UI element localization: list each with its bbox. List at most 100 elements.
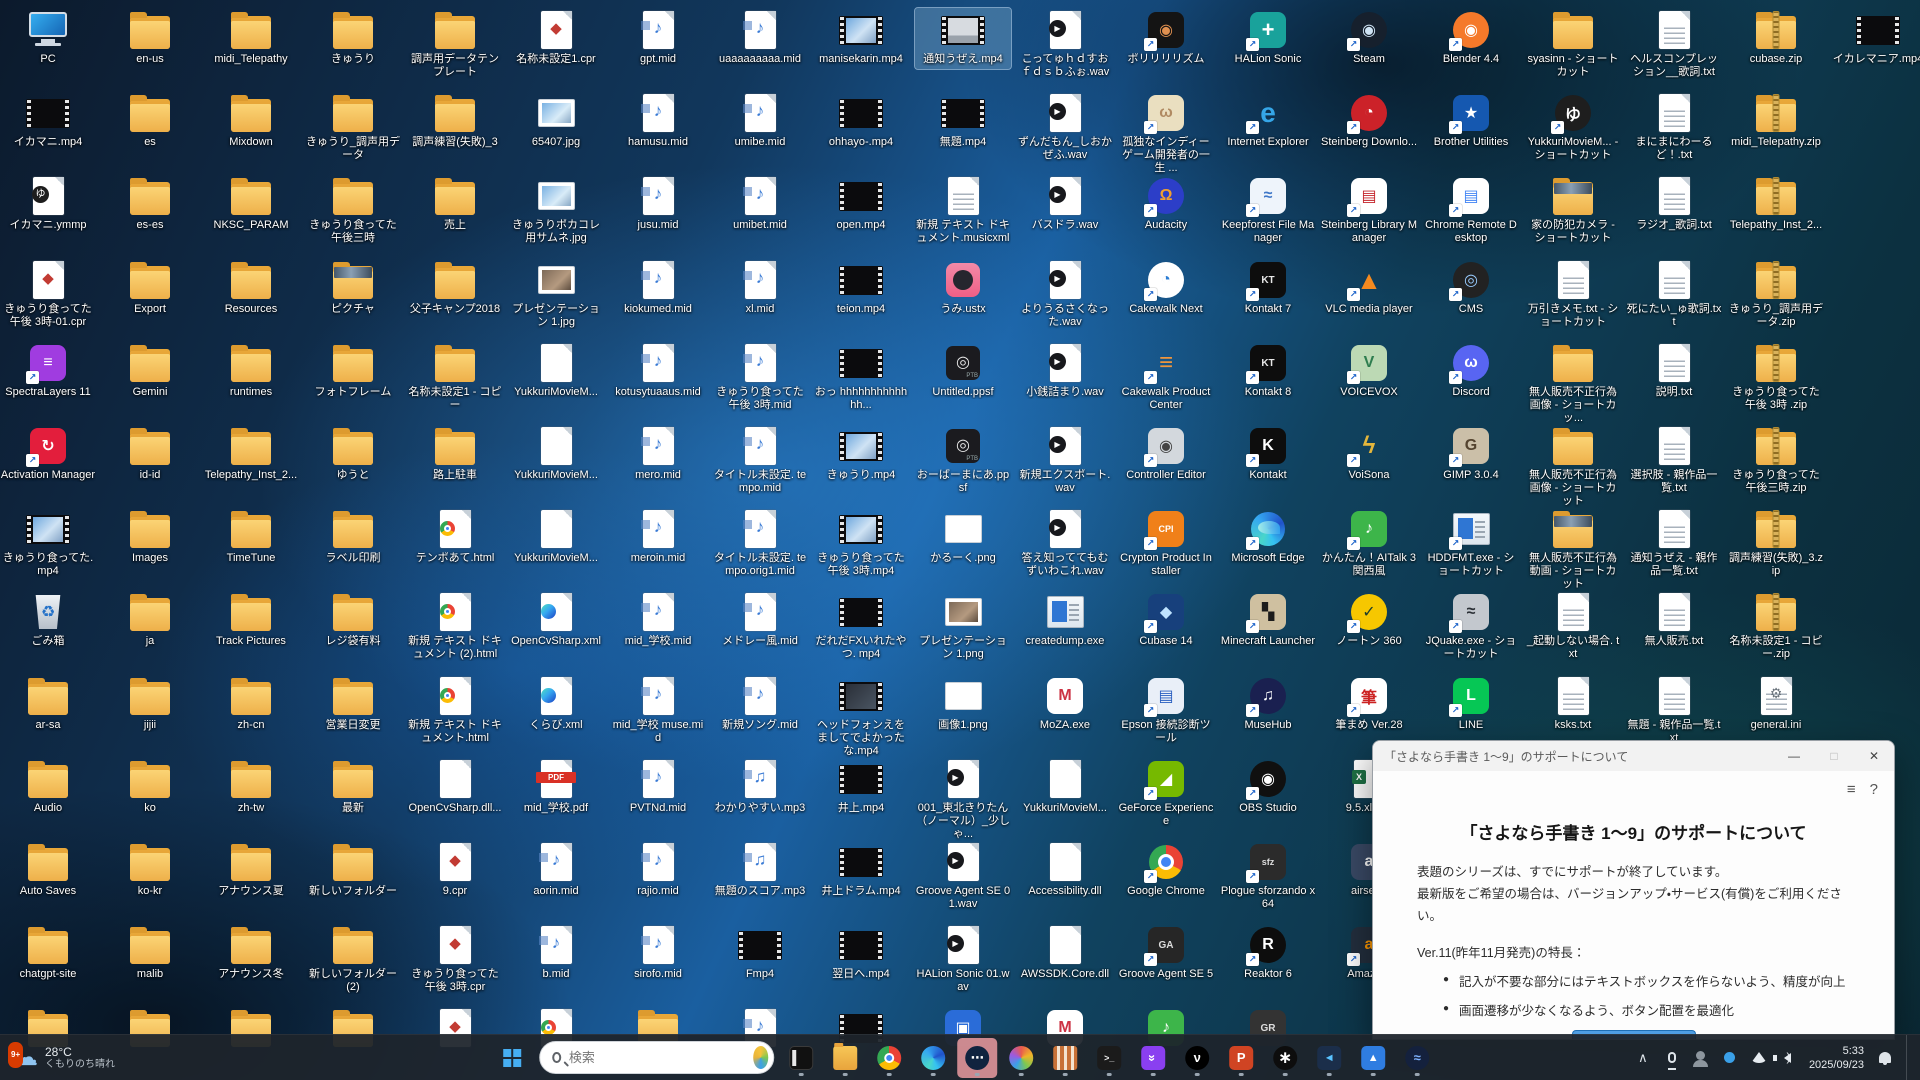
desktop-item-MoZA-exe[interactable]: MMoZA.exe	[1017, 674, 1113, 735]
desktop-item-HALion-Sonic[interactable]: +↗HALion Sonic	[1220, 8, 1316, 69]
desktop-item-Chrome-Remote-Desktop[interactable]: ▤↗Chrome Remote Desktop	[1423, 174, 1519, 248]
desktop-item-Internet-Explorer[interactable]: e↗Internet Explorer	[1220, 91, 1316, 152]
desktop-item-Cubase-14[interactable]: ◆↗Cubase 14	[1118, 590, 1214, 651]
desktop-item-Reaktor-6[interactable]: R↗Reaktor 6	[1220, 923, 1316, 984]
desktop-item-mid_学校-mid[interactable]: ♪mid_学校.mid	[610, 590, 706, 651]
desktop-item-おっ-hhhhhhhhhhhhh-[interactable]: おっ hhhhhhhhhhhhh...	[813, 341, 909, 415]
desktop-item-井上ドラム-mp4[interactable]: 井上ドラム.mp4	[813, 840, 909, 901]
desktop-item-ja[interactable]: ja	[102, 590, 198, 651]
close-icon[interactable]: ✕	[1854, 741, 1894, 771]
desktop-item-GIMP-3-0-4[interactable]: G↗GIMP 3.0.4	[1423, 424, 1519, 485]
desktop-item-NKSC_PARAM[interactable]: NKSC_PARAM	[203, 174, 299, 235]
desktop-item-OBS-Studio[interactable]: ◉↗OBS Studio	[1220, 757, 1316, 818]
desktop-item-きゅうり-mp4[interactable]: きゅうり.mp4	[813, 424, 909, 485]
desktop-item-家の防犯カメラ---ショートカット[interactable]: 家の防犯カメラ - ショートカット	[1525, 174, 1621, 248]
desktop-item-きゅうりポカコレ用サムネ-jpg[interactable]: きゅうりポカコレ用サムネ.jpg	[508, 174, 604, 248]
desktop-item-答え知っててもむずいわこれ-wav[interactable]: ▶答え知っててもむずいわこれ.wav	[1017, 507, 1113, 581]
desktop-item-rajio-mid[interactable]: ♪rajio.mid	[610, 840, 706, 901]
desktop-item-ko-kr[interactable]: ko-kr	[102, 840, 198, 901]
desktop-item-malib[interactable]: malib	[102, 923, 198, 984]
taskbar-app-google-chrome[interactable]	[869, 1038, 909, 1078]
taskbar-app-waves-circle-app[interactable]: ≈	[1397, 1038, 1437, 1078]
desktop-item-プレゼンテーション-1-jpg[interactable]: プレゼンテーション 1.jpg	[508, 258, 604, 332]
desktop-item-きゅうり_調声用データ-zip[interactable]: きゅうり_調声用データ.zip	[1728, 258, 1824, 332]
desktop-item-Images[interactable]: Images	[102, 507, 198, 568]
desktop-item-es-es[interactable]: es-es	[102, 174, 198, 235]
desktop-item-gpt-mid[interactable]: ♪gpt.mid	[610, 8, 706, 69]
desktop-item-新しいフォルダー-2-[interactable]: 新しいフォルダー (2)	[305, 923, 401, 997]
desktop-item-Kontakt-7[interactable]: KT↗Kontakt 7	[1220, 258, 1316, 319]
taskbar-app-chatgpt[interactable]: ∗	[1265, 1038, 1305, 1078]
desktop-item-きゅうり食ってた-mp4[interactable]: きゅうり食ってた.mp4	[0, 507, 96, 581]
desktop-item-新規-テキスト-ドキュメント-musicxml[interactable]: 新規 テキスト ドキュメント.musicxml	[915, 174, 1011, 248]
desktop-item-アナウンス冬[interactable]: アナウンス冬	[203, 923, 299, 984]
desktop-item-TimeTune[interactable]: TimeTune	[203, 507, 299, 568]
desktop-item-イカマニ-mp4[interactable]: イカマニ.mp4	[0, 91, 96, 152]
desktop-item-general-ini[interactable]: ⚙general.ini	[1728, 674, 1824, 735]
desktop-item-タイトル未設定-tempo-orig1-mid[interactable]: ♪タイトル未設定. tempo.orig1.mid	[712, 507, 808, 581]
desktop-item-_起動しない場合-txt[interactable]: _起動しない場合. txt	[1525, 590, 1621, 664]
desktop-item-Controller-Editor[interactable]: ◉↗Controller Editor	[1118, 424, 1214, 485]
desktop-item-HALion-Sonic-01-wav[interactable]: ▶HALion Sonic 01.wav	[915, 923, 1011, 997]
desktop-item-レジ袋有料[interactable]: レジ袋有料	[305, 590, 401, 651]
taskbar-app-kontakt-app[interactable]: ν	[1177, 1038, 1217, 1078]
desktop-item-Groove-Agent-SE-5[interactable]: GA↗Groove Agent SE 5	[1118, 923, 1214, 984]
desktop-item-Export[interactable]: Export	[102, 258, 198, 319]
desktop-item-孤独なインディーゲーム開発者の一生-[interactable]: ω↗孤独なインディーゲーム開発者の一生 ...	[1118, 91, 1214, 178]
taskbar-app-media-player-window[interactable]	[781, 1038, 821, 1078]
desktop-item-jijii[interactable]: jijii	[102, 674, 198, 735]
desktop-item-Plogue-sforzando-x64[interactable]: sfz↗Plogue sforzando x64	[1220, 840, 1316, 914]
desktop-item-zh-tw[interactable]: zh-tw	[203, 757, 299, 818]
desktop-item-Steam[interactable]: ◉↗Steam	[1321, 8, 1417, 69]
desktop-item-ヘッドフォンえをましてでよかったな-mp4[interactable]: ヘッドフォンえをましてでよかったな.mp4	[813, 674, 909, 761]
microphone-icon[interactable]	[1664, 1052, 1680, 1063]
desktop-item-AWSSDK-Core-dll[interactable]: AWSSDK.Core.dll	[1017, 923, 1113, 984]
desktop-item-Groove-Agent-SE-01-wav[interactable]: ▶Groove Agent SE 01.wav	[915, 840, 1011, 914]
desktop-item-無人販売不正行為-画像---ショートカット[interactable]: 無人販売不正行為 画像 - ショートカット	[1525, 424, 1621, 511]
desktop-item-Fmp4[interactable]: Fmp4	[712, 923, 808, 984]
desktop-item-ksks-txt[interactable]: ksks.txt	[1525, 674, 1621, 735]
desktop-item-SpectraLayers-11[interactable]: ≡↗SpectraLayers 11	[0, 341, 96, 402]
desktop-item-Cakewalk-Product-Center[interactable]: ≡↗Cakewalk Product Center	[1118, 341, 1214, 415]
desktop-item-LINE[interactable]: L↗LINE	[1423, 674, 1519, 735]
desktop-item-Gemini[interactable]: Gemini	[102, 341, 198, 402]
desktop-item-ピクチャ[interactable]: ピクチャ	[305, 258, 401, 319]
desktop-item-フォトフレーム[interactable]: フォトフレーム	[305, 341, 401, 402]
desktop-item-営業日変更[interactable]: 営業日変更	[305, 674, 401, 735]
desktop-item-ずんだもん_しおかぜふ-wav[interactable]: ▶ずんだもん_しおかぜふ.wav	[1017, 91, 1113, 165]
desktop-item-OpenCvSharp-dll-[interactable]: OpenCvSharp.dll...	[407, 757, 503, 818]
desktop-item-YukkuriMovieM-[interactable]: YukkuriMovieM...	[1017, 757, 1113, 818]
desktop-item-きゅうり_調声用データ[interactable]: きゅうり_調声用データ	[305, 91, 401, 165]
desktop-item-PVTNd-mid[interactable]: ♪PVTNd.mid	[610, 757, 706, 818]
desktop-item-父子キャンプ2018[interactable]: 父子キャンプ2018	[407, 258, 503, 319]
desktop-item-きゅうり食ってた午後-3時-zip[interactable]: きゅうり食ってた午後 3時 .zip	[1728, 341, 1824, 415]
taskbar-clock[interactable]: 5:33 2025/09/23	[1809, 1044, 1864, 1072]
desktop-item-無題---親作品一覧-txt[interactable]: 無題 - 親作品一覧.txt	[1626, 674, 1722, 748]
desktop-item-chatgpt-site[interactable]: chatgpt-site	[0, 923, 96, 984]
desktop-item-新規エクスポート-wav[interactable]: ▶新規エクスポート. wav	[1017, 424, 1113, 498]
desktop-item-筆まめ-Ver-28[interactable]: 筆↗筆まめ Ver.28	[1321, 674, 1417, 735]
desktop-item-001_東北きりたん-ノーマル-_少しゃ-[interactable]: ▶001_東北きりたん（ノーマル）_少しゃ...	[915, 757, 1011, 844]
desktop-item-YukkuriMovieM-[interactable]: YukkuriMovieM...	[508, 507, 604, 568]
hidden-icons-chevron[interactable]: ∧	[1635, 1050, 1651, 1066]
desktop-item-umibet-mid[interactable]: ♪umibet.mid	[712, 174, 808, 235]
desktop-item-イカマニ-ymmp[interactable]: ゆイカマニ.ymmp	[0, 174, 96, 235]
desktop-item-翌日へ-mp4[interactable]: 翌日へ.mp4	[813, 923, 909, 984]
desktop-item-midi_Telepathy[interactable]: midi_Telepathy	[203, 8, 299, 69]
desktop-item-新規-テキスト-ドキュメント-2-html[interactable]: 新規 テキスト ドキュメント (2).html	[407, 590, 503, 664]
desktop-item-新しいフォルダー[interactable]: 新しいフォルダー	[305, 840, 401, 901]
dialog-titlebar[interactable]: 「さよなら手書き 1～9」のサポートについて — □ ✕	[1373, 741, 1894, 771]
desktop-item-Discord[interactable]: ω↗Discord	[1423, 341, 1519, 402]
desktop-item-名称未設定1---コピー-zip[interactable]: 名称未設定1 - コピー.zip	[1728, 590, 1824, 664]
desktop-item-路上駐車[interactable]: 路上駐車	[407, 424, 503, 485]
desktop-item-井上-mp4[interactable]: 井上.mp4	[813, 757, 909, 818]
desktop-item-きゅうり食ってた午後-3時-mid[interactable]: ♪きゅうり食ってた午後 3時.mid	[712, 341, 808, 415]
desktop-item-新規ソング-mid[interactable]: ♪新規ソング.mid	[712, 674, 808, 735]
desktop-item-ar-sa[interactable]: ar-sa	[0, 674, 96, 735]
desktop-item-Kontakt[interactable]: K↗Kontakt	[1220, 424, 1316, 485]
desktop-item-タイトル未設定-tempo-mid[interactable]: ♪タイトル未設定. tempo.mid	[712, 424, 808, 498]
taskbar-app-file-explorer[interactable]	[825, 1038, 865, 1078]
desktop-item-syasinn---ショートカット[interactable]: syasinn - ショートカット	[1525, 8, 1621, 82]
desktop-item-名称未設定1-cpr[interactable]: ◆名称未設定1.cpr	[508, 8, 604, 69]
desktop-item-Blender-4-4[interactable]: ◉↗Blender 4.4	[1423, 8, 1519, 69]
